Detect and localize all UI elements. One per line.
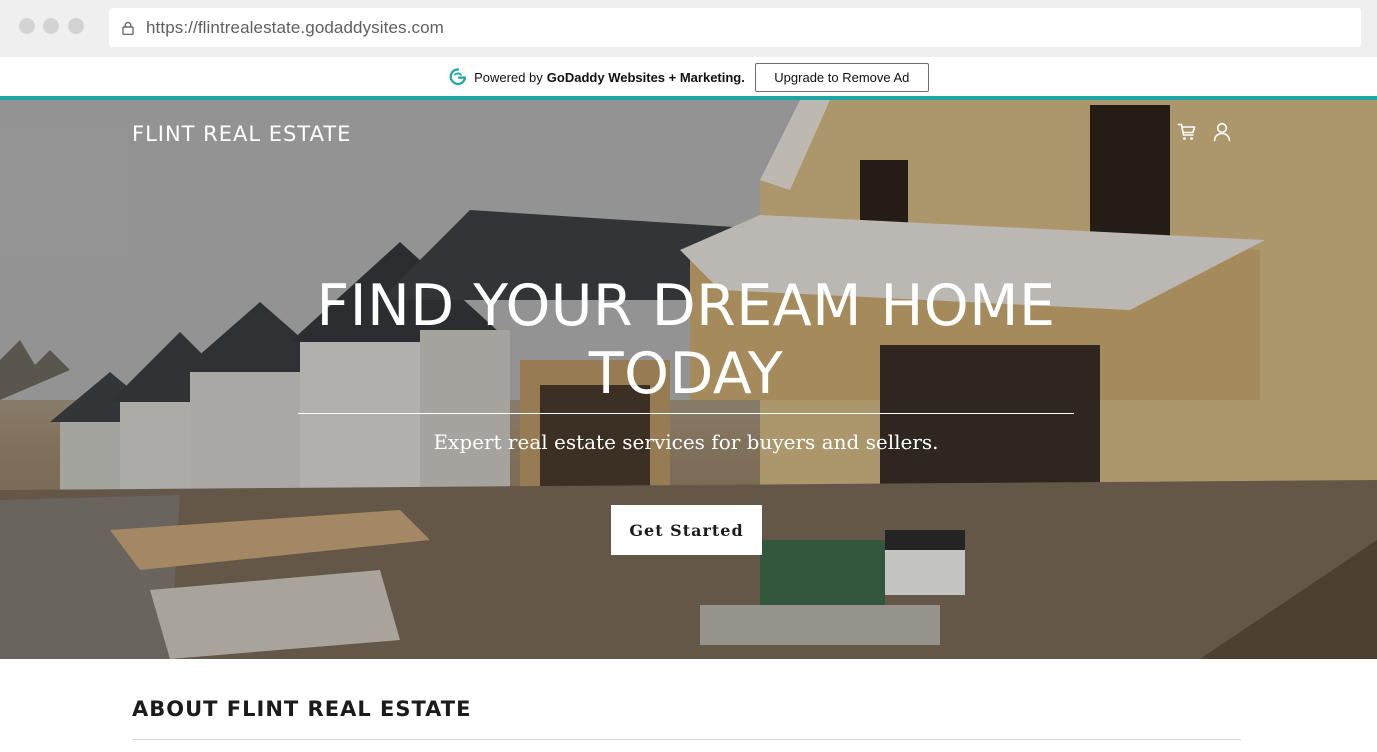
upgrade-remove-ad-button[interactable]: Upgrade to Remove Ad [754, 62, 929, 92]
powered-by-text: Powered by [474, 69, 543, 85]
site-name-logo[interactable]: FLINT REAL ESTATE [132, 122, 351, 146]
hero-headline: FIND YOUR DREAM HOME TODAY [316, 273, 1056, 407]
godaddy-brand-link[interactable]: GoDaddy Websites + Marketing. [547, 70, 745, 85]
about-divider [132, 739, 1241, 740]
hero-tagline: Expert real estate services for buyers a… [433, 430, 939, 454]
browser-chrome: https://flintrealestate.godaddysites.com [0, 0, 1377, 57]
window-close-dot[interactable] [19, 18, 35, 34]
address-bar[interactable]: https://flintrealestate.godaddysites.com [109, 8, 1361, 47]
cart-icon[interactable] [1177, 122, 1197, 142]
hero-divider [298, 413, 1074, 414]
window-minimize-dot[interactable] [43, 18, 59, 34]
lock-icon [122, 21, 134, 35]
get-started-button[interactable]: Get Started [611, 505, 762, 555]
hero-section: FLINT REAL ESTATE FIND YOUR DREAM HOME T… [0, 100, 1377, 659]
ad-bar: Powered by GoDaddy Websites + Marketing.… [0, 57, 1377, 97]
window-maximize-dot[interactable] [68, 18, 84, 34]
godaddy-logo-icon [448, 67, 468, 87]
url-text[interactable]: https://flintrealestate.godaddysites.com [146, 18, 444, 38]
about-section-title: ABOUT FLINT REAL ESTATE [132, 697, 472, 721]
user-icon[interactable] [1213, 122, 1231, 142]
